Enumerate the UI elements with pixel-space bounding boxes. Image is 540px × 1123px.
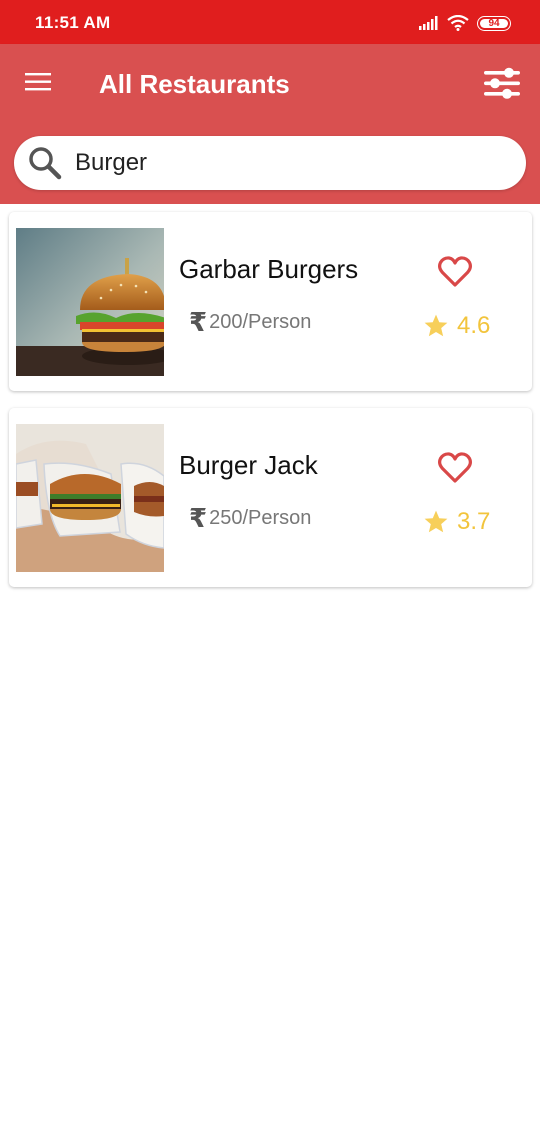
status-icons: 94 bbox=[419, 13, 511, 33]
menu-icon[interactable] bbox=[24, 70, 52, 94]
price-label: 200/Person bbox=[209, 311, 312, 333]
rating-value: 4.6 bbox=[457, 312, 491, 339]
app-bar: All Restaurants bbox=[0, 44, 540, 122]
wifi-icon bbox=[447, 15, 469, 31]
restaurant-price: ₹ 200/Person bbox=[189, 307, 311, 338]
star-icon bbox=[424, 510, 448, 533]
restaurant-list: Garbar Burgers ₹ 200/Person 4.6 Burger J… bbox=[9, 212, 532, 604]
restaurant-image bbox=[16, 228, 164, 376]
signal-icon bbox=[419, 16, 438, 30]
page-title: All Restaurants bbox=[99, 69, 290, 99]
restaurant-card[interactable]: Burger Jack ₹ 250/Person 3.7 bbox=[9, 408, 532, 587]
rupee-icon: ₹ bbox=[189, 503, 208, 533]
restaurant-card[interactable]: Garbar Burgers ₹ 200/Person 4.6 bbox=[9, 212, 532, 391]
restaurant-name: Burger Jack bbox=[179, 450, 318, 480]
search-bar-container bbox=[0, 122, 540, 204]
heart-icon[interactable] bbox=[437, 450, 473, 486]
status-bar: 11:51 AM 94 bbox=[0, 0, 540, 44]
restaurant-rating: 4.6 bbox=[423, 312, 490, 340]
battery-level: 94 bbox=[488, 17, 500, 29]
search-input[interactable] bbox=[75, 146, 505, 180]
filter-icon[interactable] bbox=[483, 64, 521, 102]
star-icon bbox=[424, 314, 448, 337]
search-icon bbox=[29, 147, 62, 180]
restaurant-price: ₹ 250/Person bbox=[189, 503, 311, 534]
restaurant-rating: 3.7 bbox=[423, 508, 490, 536]
battery-icon: 94 bbox=[477, 15, 511, 31]
status-time: 11:51 AM bbox=[35, 13, 111, 32]
restaurant-name: Garbar Burgers bbox=[179, 254, 359, 284]
search-box[interactable] bbox=[14, 136, 526, 190]
rating-value: 3.7 bbox=[457, 508, 491, 535]
restaurant-image bbox=[16, 424, 164, 572]
price-label: 250/Person bbox=[209, 507, 312, 529]
heart-icon[interactable] bbox=[437, 254, 473, 290]
rupee-icon: ₹ bbox=[189, 307, 208, 337]
